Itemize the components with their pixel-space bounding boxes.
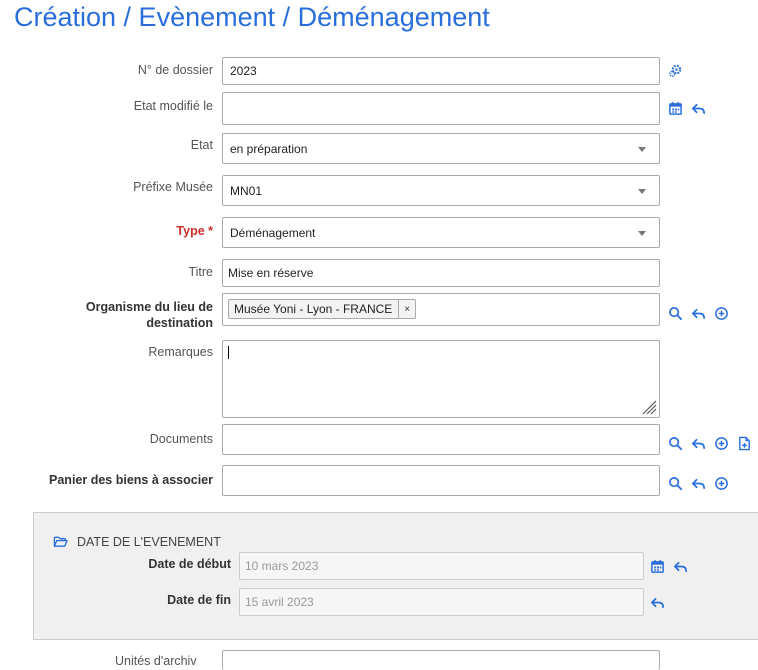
- undo-icon[interactable]: [690, 435, 707, 452]
- dossier-field[interactable]: 2023: [222, 57, 660, 85]
- undo-icon[interactable]: [690, 305, 707, 322]
- organisme-tag-label: Musée Yoni - Lyon - FRANCE: [234, 302, 393, 316]
- event-section-header[interactable]: DATE DE L'EVENEMENT: [52, 533, 221, 550]
- type-select[interactable]: Déménagement: [222, 217, 660, 248]
- chevron-down-icon: [638, 146, 646, 152]
- unites-archiv-label: Unités d'archiv: [115, 654, 197, 668]
- titre-label: Titre: [188, 265, 213, 279]
- undo-icon[interactable]: [690, 475, 707, 492]
- etat-modifie-label: Etat modifié le: [133, 99, 213, 113]
- chevron-down-icon: [638, 188, 646, 194]
- dossier-label: N° de dossier: [137, 63, 213, 77]
- chevron-down-icon: [638, 230, 646, 236]
- calendar-icon[interactable]: [667, 100, 684, 117]
- page-title: Création / Evènement / Déménagement: [14, 2, 490, 32]
- date-debut-placeholder: 10 mars 2023: [245, 559, 319, 573]
- panier-label: Panier des biens à associer: [49, 473, 213, 487]
- prefixe-value: MN01: [230, 183, 263, 198]
- date-debut-input[interactable]: 10 mars 2023: [239, 552, 644, 580]
- add-circle-icon[interactable]: [713, 435, 730, 452]
- prefixe-label: Préfixe Musée: [133, 180, 213, 194]
- remarques-label: Remarques: [148, 345, 213, 359]
- date-fin-label: Date de fin: [167, 593, 231, 607]
- etat-select[interactable]: en préparation: [222, 133, 660, 164]
- organisme-field[interactable]: Musée Yoni - Lyon - FRANCE ×: [222, 293, 660, 326]
- undo-icon[interactable]: [649, 594, 666, 611]
- add-file-icon[interactable]: [736, 435, 753, 452]
- add-circle-icon[interactable]: [713, 305, 730, 322]
- remarques-textarea[interactable]: [222, 340, 660, 418]
- documents-label: Documents: [149, 432, 213, 446]
- titre-input[interactable]: Mise en réserve: [222, 259, 660, 287]
- resize-handle-icon[interactable]: [639, 397, 657, 415]
- tag-remove-icon[interactable]: ×: [398, 300, 415, 318]
- panier-field[interactable]: [222, 465, 660, 496]
- documents-field[interactable]: [222, 424, 660, 455]
- etat-modifie-field[interactable]: [222, 92, 660, 125]
- undo-icon[interactable]: [672, 558, 689, 575]
- prefixe-select[interactable]: MN01: [222, 175, 660, 206]
- search-icon[interactable]: [667, 475, 684, 492]
- search-icon[interactable]: [667, 435, 684, 452]
- dossier-value: 2023: [230, 64, 257, 78]
- type-label: Type *: [176, 224, 213, 238]
- type-value: Déménagement: [230, 225, 316, 240]
- date-fin-placeholder: 15 avril 2023: [245, 595, 314, 609]
- search-icon[interactable]: [667, 305, 684, 322]
- text-cursor: [228, 346, 229, 359]
- event-date-section: DATE DE L'EVENEMENT Date de début 10 mar…: [33, 512, 758, 640]
- unites-archiv-field[interactable]: [222, 650, 660, 670]
- event-section-title: DATE DE L'EVENEMENT: [77, 534, 221, 549]
- titre-value: Mise en réserve: [228, 266, 314, 280]
- folder-open-icon: [52, 533, 69, 550]
- add-circle-icon[interactable]: [713, 475, 730, 492]
- organisme-label: Organisme du lieu de destination: [85, 300, 213, 330]
- organisme-tag: Musée Yoni - Lyon - FRANCE ×: [228, 299, 417, 319]
- date-fin-input[interactable]: 15 avril 2023: [239, 588, 644, 616]
- etat-value: en préparation: [230, 141, 308, 156]
- undo-icon[interactable]: [690, 100, 707, 117]
- etat-label: Etat: [190, 138, 213, 152]
- cog-icon[interactable]: [667, 62, 684, 79]
- date-debut-label: Date de début: [148, 557, 231, 571]
- calendar-icon[interactable]: [649, 558, 666, 575]
